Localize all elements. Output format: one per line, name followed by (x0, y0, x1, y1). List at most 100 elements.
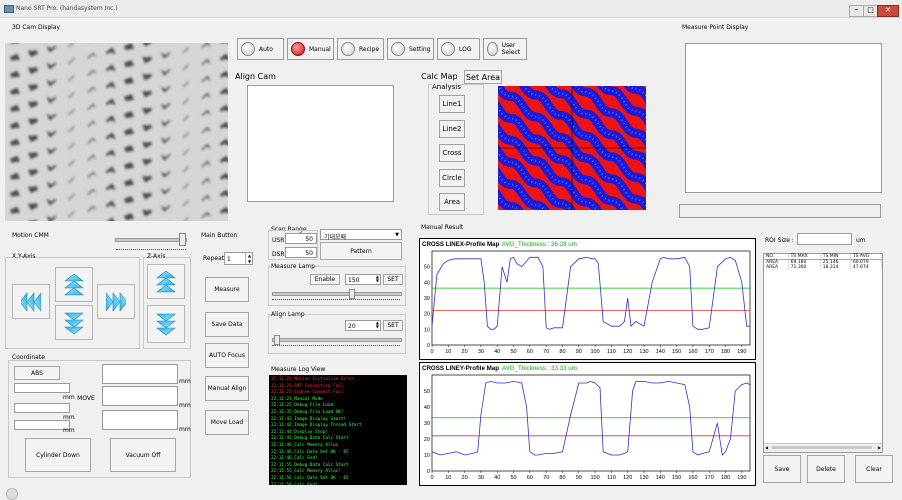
mode-button-log[interactable]: LOG (437, 38, 480, 60)
mode-button-label: Manual (309, 45, 331, 53)
profile-chart-svg: CROSS LINEX-Profile Map AVG_Thickness : 3… (422, 241, 751, 355)
analysis-button-line2[interactable]: Line2 (439, 119, 465, 138)
scroll-left-icon[interactable]: ◀ (765, 445, 768, 450)
z-down-button[interactable] (147, 305, 185, 343)
log-line: 22:11:45_Debug Data Calc Start (271, 436, 349, 442)
coord-x-field[interactable] (14, 383, 70, 393)
scroll-right-icon[interactable]: ▶ (878, 445, 881, 450)
main-button-auto-focus[interactable]: AUTO Focus (205, 343, 249, 368)
measure-point-status (679, 204, 881, 218)
analysis-button-line1[interactable]: Line1 (439, 95, 465, 113)
measure-lamp-spinner[interactable]: 150 ▲ ▼ (345, 274, 381, 285)
pattern-button[interactable]: Pattern (320, 242, 402, 260)
align-lamp-spinner[interactable]: 20 ▲ ▼ (345, 320, 381, 331)
table-cell: AREA (764, 265, 789, 270)
main-button-save-data[interactable]: Save Data (205, 312, 249, 337)
save-button[interactable]: Save (763, 455, 801, 483)
mode-button-auto[interactable]: Auto (237, 38, 284, 60)
x-tick-label: 150 (672, 349, 681, 355)
z-up-button[interactable] (147, 264, 185, 299)
horizontal-scrollbar[interactable]: ◀ ▶ (764, 443, 882, 452)
target-z-field[interactable] (102, 410, 178, 430)
log-line: 22:11:46_Calc Memory Alloc (271, 442, 339, 448)
spin-icon[interactable]: ▲ ▼ (376, 321, 379, 329)
measure-lamp-value: 150 (348, 277, 360, 284)
mode-button-manual[interactable]: Manual (287, 38, 334, 60)
enable-button[interactable]: Enable (310, 274, 340, 285)
align-lamp-slider[interactable] (272, 335, 402, 349)
spin-icon[interactable]: ▲ ▼ (376, 275, 379, 283)
x-tick-label: 0 (430, 349, 433, 355)
delete-button[interactable]: Delete (807, 455, 845, 483)
plot-frame (431, 250, 751, 346)
y-up-button[interactable] (55, 267, 93, 302)
result-table: NO. TS MAX TS MIN TS AVG AREA 69.180 25.146 60.… (763, 253, 883, 453)
x-tick-label: 90 (576, 349, 582, 355)
minimize-button[interactable]: – (849, 5, 864, 17)
table-row[interactable]: AREA 71.360 18.314 47.674 (764, 265, 883, 270)
analysis-button-cross[interactable]: Cross (439, 144, 465, 162)
mode-button-label: LOG (459, 45, 472, 53)
log-line: 22:11:35_Debug File Load OK! (271, 409, 344, 415)
abs-button[interactable]: ABS (14, 366, 60, 380)
measure-log-label: Measure Log View (271, 366, 326, 373)
slider-thumb[interactable] (349, 289, 355, 299)
set-area-button[interactable]: Set Area (464, 70, 502, 84)
x-tick-label: 100 (590, 349, 599, 355)
y-tick-label: 10 (424, 327, 430, 333)
dsr-field[interactable]: 50 (285, 247, 317, 258)
pattern-select[interactable]: 기대모패 ▼ (320, 229, 402, 241)
usr-field[interactable]: 50 (285, 233, 317, 244)
target-x-field[interactable] (102, 364, 178, 384)
roi-size-label: ROI Size : (765, 237, 794, 244)
coord-z-field[interactable] (14, 420, 70, 430)
align-lamp-set-button[interactable]: SET (383, 320, 403, 331)
x-left-button[interactable] (12, 284, 50, 319)
x-right-button[interactable] (97, 284, 135, 319)
measure-lamp-set-button[interactable]: SET (383, 274, 403, 285)
cylinder-down-button[interactable]: Cylinder Down (25, 438, 91, 472)
slider-thumb[interactable] (179, 233, 186, 246)
title-bar: Nano SRT Pro. (handasystem Inc.) – □ ✕ (0, 0, 902, 18)
analysis-button-circle[interactable]: Circle (439, 168, 465, 187)
clear-button[interactable]: Clear (855, 455, 893, 483)
mode-button-user-select[interactable]: User Select (483, 38, 527, 60)
move-button[interactable]: MOVE (75, 366, 97, 430)
x-tick-label: 160 (688, 475, 697, 481)
roi-size-field[interactable] (797, 233, 852, 245)
spin-up-icon[interactable]: ▲ (245, 253, 253, 258)
repeat-spinner[interactable]: 1 ▲ ▼ (224, 252, 253, 265)
mode-button-setting[interactable]: Setting (387, 38, 434, 60)
mode-button-recipe[interactable]: Recipe (337, 38, 384, 60)
scroll-thumb[interactable] (772, 446, 872, 449)
x-tick-label: 120 (623, 475, 632, 481)
vacuum-off-button[interactable]: Vacuum Off (110, 438, 176, 472)
y-down-button[interactable] (55, 305, 93, 340)
status-led-icon (487, 42, 498, 56)
coord-y-field[interactable] (14, 403, 70, 413)
speed-slider[interactable] (115, 232, 187, 246)
chevron-down-icon[interactable]: ▼ (395, 232, 399, 238)
usr-label: USR (272, 237, 285, 244)
close-button[interactable]: ✕ (877, 5, 899, 17)
main-button-measure[interactable]: Measure (205, 277, 249, 302)
arrow-up-icon (156, 269, 176, 295)
coord-x-unit: mm (63, 394, 75, 401)
maximize-button[interactable]: □ (863, 5, 878, 17)
log-line: 22:11:23_Cognex Connect Fail (271, 390, 344, 396)
spin-down-icon[interactable]: ▼ (245, 259, 253, 264)
target-y-field[interactable] (102, 386, 178, 406)
mode-button-label: Auto (259, 45, 273, 53)
x-tick-label: 30 (478, 475, 484, 481)
z-axis-label: Z-Axis (147, 253, 166, 260)
analysis-button-area[interactable]: Area (439, 193, 465, 211)
slider-thumb[interactable] (274, 335, 280, 345)
table-cell: 47.674 (850, 265, 883, 270)
measure-point-label: Measure Point Display (682, 24, 749, 31)
speed-ticks (116, 249, 186, 252)
main-button-move-load[interactable]: Move Load (205, 410, 249, 435)
main-button-manual-align[interactable]: Manual Align (205, 376, 249, 401)
x-tick-label: 80 (559, 349, 565, 355)
measure-lamp-slider[interactable] (272, 289, 402, 303)
cam3d-image (5, 43, 228, 221)
